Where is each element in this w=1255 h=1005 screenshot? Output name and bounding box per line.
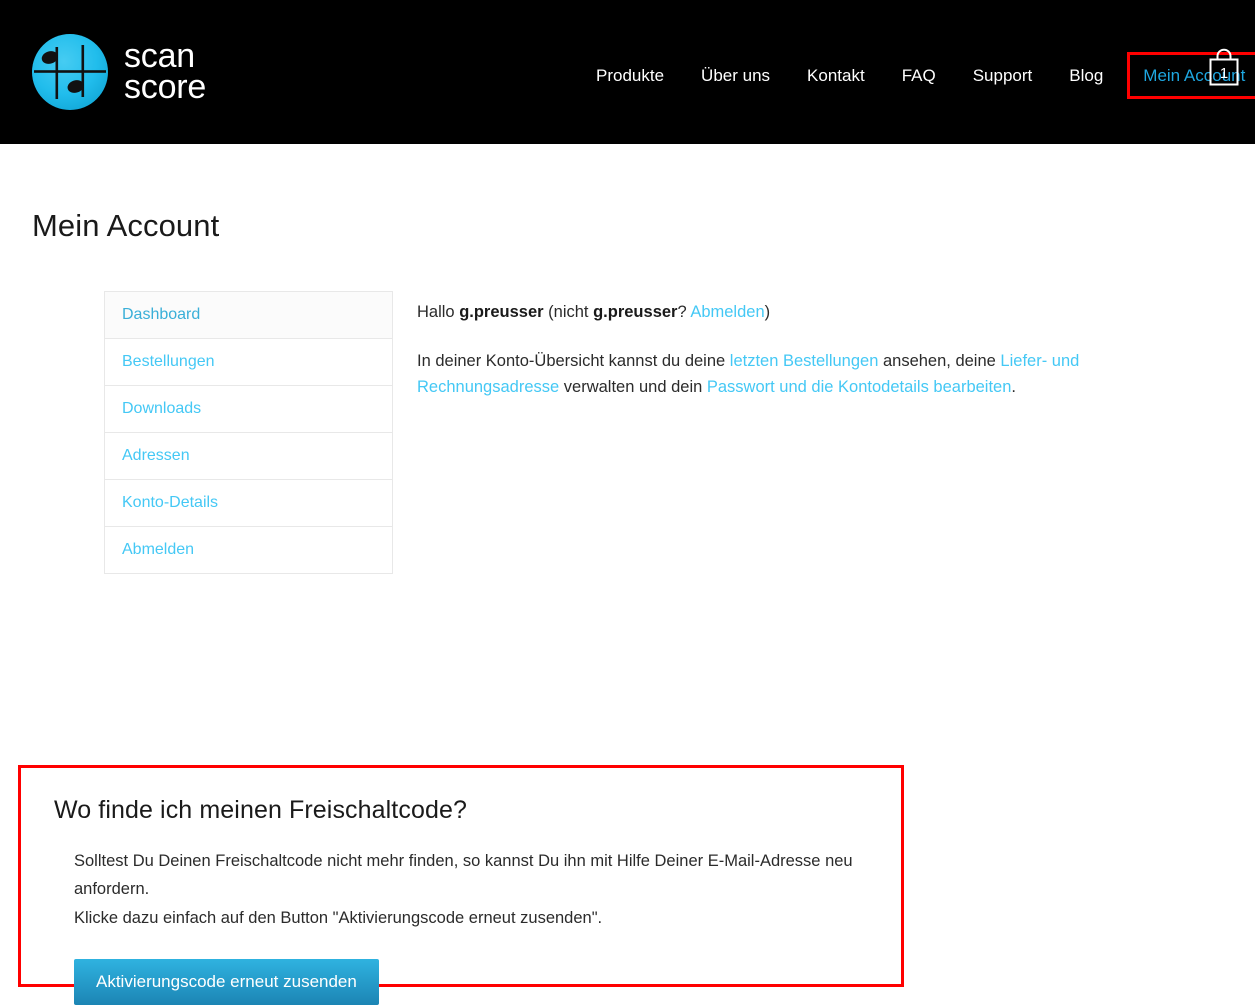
callout-body: Solltest Du Deinen Freischaltcode nicht …: [54, 825, 871, 1005]
account-dashboard-content: Hallo g.preusser (nicht g.preusser? Abme…: [417, 291, 1207, 423]
brand-logo-link[interactable]: scan score: [30, 32, 206, 112]
greeting-middle: (nicht: [543, 303, 594, 321]
nav-item-kontakt[interactable]: Kontakt: [807, 67, 865, 84]
nav-item-faq[interactable]: FAQ: [902, 67, 936, 84]
sidebar-item-abmelden-label[interactable]: Abmelden: [105, 540, 194, 559]
overview-text-4: .: [1011, 378, 1017, 397]
greeting-username-2: g.preusser: [593, 303, 678, 321]
sidebar-item-bestellungen-label[interactable]: Bestellungen: [105, 352, 215, 371]
nav-item-blog[interactable]: Blog: [1069, 67, 1103, 84]
logout-link[interactable]: Abmelden: [690, 303, 764, 321]
account-sidebar-nav: Dashboard Bestellungen Downloads Adresse…: [104, 291, 393, 574]
nav-item-produkte[interactable]: Produkte: [596, 67, 664, 84]
sidebar-item-adressen-label[interactable]: Adressen: [105, 446, 190, 465]
greeting-suffix: ): [764, 303, 771, 321]
brand-wordmark: scan score: [124, 39, 207, 106]
overview-paragraph: In deiner Konto-Übersicht kannst du dein…: [417, 348, 1207, 401]
sidebar-item-konto-details[interactable]: Konto-Details: [105, 480, 392, 527]
page-title: Mein Account: [32, 208, 220, 243]
resend-activation-code-button[interactable]: Aktivierungscode erneut zusenden: [74, 959, 379, 1005]
cart-count: 1: [1220, 65, 1228, 82]
greeting-username: g.preusser: [459, 303, 544, 321]
main-navigation: Produkte Über uns Kontakt FAQ Support Bl…: [596, 52, 1255, 99]
brand-line-2: score: [124, 68, 207, 106]
shopping-bag-icon: 1: [1209, 48, 1239, 86]
callout-paragraph-line-1: Solltest Du Deinen Freischaltcode nicht …: [74, 852, 853, 899]
overview-text-3: verwalten und dein: [559, 378, 707, 397]
greeting-paragraph: Hallo g.preusser (nicht g.preusser? Abme…: [417, 299, 1207, 326]
sidebar-item-bestellungen[interactable]: Bestellungen: [105, 339, 392, 386]
sidebar-item-downloads[interactable]: Downloads: [105, 386, 392, 433]
sidebar-item-konto-details-label[interactable]: Konto-Details: [105, 493, 218, 512]
sidebar-item-dashboard[interactable]: Dashboard: [105, 292, 392, 339]
overview-text-1: In deiner Konto-Übersicht kannst du dein…: [417, 351, 730, 370]
sidebar-item-adressen[interactable]: Adressen: [105, 433, 392, 480]
site-header: scan score Produkte Über uns Kontakt FAQ…: [0, 0, 1255, 144]
nav-item-support[interactable]: Support: [973, 67, 1033, 84]
sidebar-item-dashboard-label[interactable]: Dashboard: [105, 305, 200, 324]
greeting-prefix: Hallo: [417, 303, 460, 321]
sidebar-item-downloads-label[interactable]: Downloads: [105, 399, 201, 418]
callout-paragraph-line-2: Klicke dazu einfach auf den Button "Akti…: [74, 908, 603, 927]
overview-text-2: ansehen, deine: [878, 351, 1001, 370]
recent-orders-link[interactable]: letzten Bestellungen: [730, 352, 879, 370]
sidebar-item-abmelden[interactable]: Abmelden: [105, 527, 392, 574]
greeting-question: ?: [677, 303, 691, 321]
cart-button[interactable]: 1: [1206, 48, 1242, 90]
freischaltcode-callout: Wo finde ich meinen Freischaltcode? Soll…: [18, 765, 904, 1005]
account-details-link[interactable]: Passwort und die Kontodetails bearbeiten: [707, 378, 1012, 396]
nav-item-ueber-uns[interactable]: Über uns: [701, 67, 770, 84]
scanscore-music-note-circle-logo-icon: [30, 32, 110, 112]
callout-heading: Wo finde ich meinen Freischaltcode?: [54, 796, 467, 824]
page-body: Mein Account Dashboard Bestellungen Down…: [0, 144, 1255, 1005]
